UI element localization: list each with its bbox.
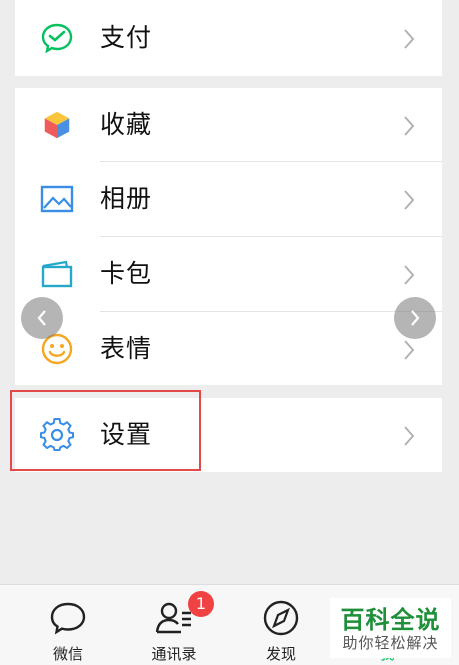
chevron-left-icon [37, 310, 46, 326]
chevron-right-icon [404, 29, 415, 49]
chevron-right-icon [404, 116, 415, 136]
menu-item-stickers[interactable]: 表情 [15, 312, 442, 385]
menu-item-album[interactable]: 相册 [15, 162, 442, 236]
tab-label: 微信 [52, 645, 83, 663]
pay-panel: 支付 [15, 0, 442, 76]
settings-highlight-box [10, 390, 201, 471]
wechat-pay-icon [40, 21, 74, 55]
menu-item-label: 支付 [100, 23, 153, 52]
chevron-right-icon [404, 265, 415, 285]
tab-chats[interactable]: 微信 [23, 585, 113, 665]
chat-bubble-icon [50, 602, 86, 635]
chevron-right-icon [404, 426, 415, 446]
chevron-right-icon [404, 340, 415, 360]
previous-arrow-button[interactable] [21, 297, 63, 339]
tab-contacts[interactable]: 1 通讯录 [129, 585, 219, 665]
empty-area [15, 472, 442, 584]
menu-item-pay[interactable]: 支付 [15, 0, 442, 76]
compass-icon [263, 600, 299, 636]
watermark-title: 百科全说 [340, 606, 441, 634]
chevron-right-icon [404, 190, 415, 210]
menu-item-label: 相册 [100, 184, 153, 213]
watermark-subtitle: 助你轻松解决 [342, 634, 439, 652]
tab-label: 通讯录 [151, 645, 197, 663]
cube-icon [40, 108, 74, 142]
menu-item-favorites[interactable]: 收藏 [15, 88, 442, 162]
menu-item-label: 表情 [100, 334, 153, 363]
menu-item-cards[interactable]: 卡包 [15, 237, 442, 311]
menu-item-label: 卡包 [100, 259, 153, 288]
image-icon [40, 182, 74, 216]
tab-label: 发现 [265, 645, 296, 663]
card-icon [40, 257, 74, 291]
features-panel: 收藏 相册 卡包 表情 [15, 88, 442, 385]
unread-badge: 1 [188, 591, 214, 617]
next-arrow-button[interactable] [394, 297, 436, 339]
chevron-right-icon [411, 310, 420, 326]
menu-item-label: 收藏 [100, 110, 153, 139]
watermark-logo: 百科全说 助你轻松解决 [330, 598, 451, 658]
tab-discover[interactable]: 发现 [236, 585, 326, 665]
